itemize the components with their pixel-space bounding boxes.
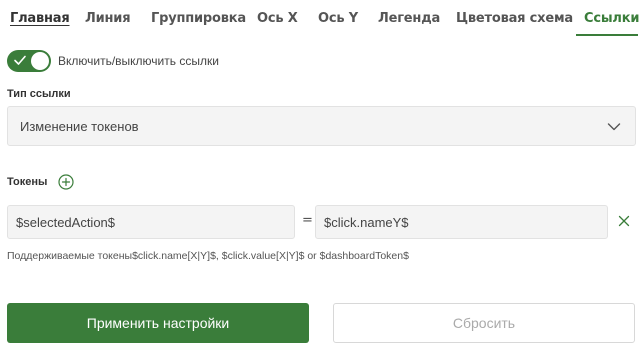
check-icon bbox=[14, 55, 26, 65]
link-type-value: Изменение токенов bbox=[20, 118, 139, 134]
apply-settings-button[interactable]: Применить настройки bbox=[7, 303, 309, 343]
tab-bar: Главная Линия Группировка Ось X Ось Y Ле… bbox=[0, 0, 641, 38]
tokens-label: Токены bbox=[7, 176, 48, 188]
links-toggle-row: Включить/выключить ссылки bbox=[7, 50, 219, 72]
link-type-select[interactable]: Изменение токенов bbox=[7, 106, 636, 146]
link-type-label: Тип ссылки bbox=[7, 88, 71, 100]
token-right-input[interactable] bbox=[315, 205, 608, 239]
reset-button[interactable]: Сбросить bbox=[333, 303, 635, 343]
tab-links[interactable]: Ссылки bbox=[584, 11, 639, 26]
links-toggle[interactable] bbox=[7, 50, 51, 72]
tab-main[interactable]: Главная bbox=[10, 11, 70, 26]
close-icon[interactable] bbox=[618, 215, 630, 227]
links-toggle-label: Включить/выключить ссылки bbox=[58, 54, 219, 68]
chevron-down-icon bbox=[607, 123, 621, 131]
tab-axis-x[interactable]: Ось X bbox=[257, 11, 298, 26]
tab-axis-y[interactable]: Ось Y bbox=[318, 11, 358, 26]
tab-grouping[interactable]: Группировка bbox=[151, 11, 246, 26]
supported-tokens-hint: Поддерживаемые токены$click.name[X|Y]$, … bbox=[7, 250, 409, 262]
token-left-input[interactable] bbox=[7, 205, 295, 239]
tab-legend[interactable]: Легенда bbox=[378, 11, 440, 26]
active-tab-indicator bbox=[576, 34, 638, 36]
toggle-knob bbox=[31, 52, 49, 70]
add-token-button[interactable] bbox=[58, 174, 74, 190]
token-operator: = bbox=[302, 213, 313, 228]
tab-line[interactable]: Линия bbox=[85, 11, 131, 26]
tab-color-scheme[interactable]: Цветовая схема bbox=[456, 11, 573, 26]
